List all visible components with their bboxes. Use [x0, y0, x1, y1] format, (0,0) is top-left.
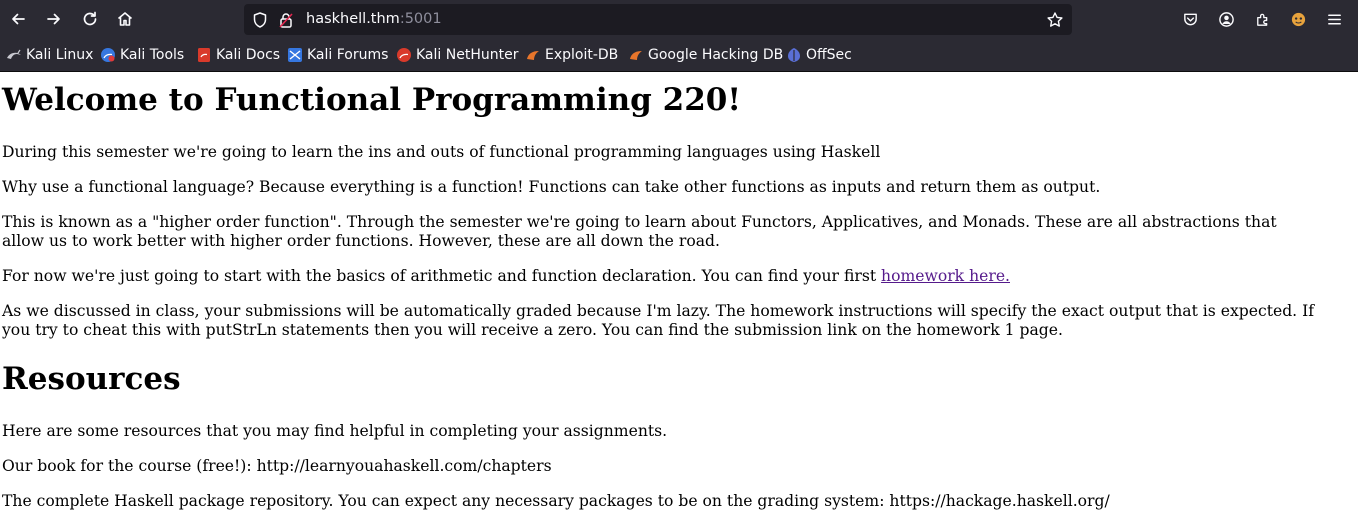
bookmark-kali-tools[interactable]: Kali Tools	[100, 38, 184, 71]
fox-extension-icon	[1291, 12, 1305, 26]
bookmark-label: Kali Forums	[307, 46, 389, 63]
intro-paragraph: During this semester we're going to lear…	[2, 143, 881, 161]
reload-button[interactable]	[76, 5, 104, 33]
google-hacking-db-icon	[630, 50, 642, 60]
browser-toolbar: haskhell.thm:5001	[0, 0, 1358, 38]
insecure-lock-icon[interactable]	[277, 11, 295, 29]
puzzle-icon	[1256, 13, 1267, 26]
url-port: :5001	[399, 11, 442, 27]
url-text[interactable]: haskhell.thm:5001	[306, 4, 442, 35]
exploit-db-icon	[527, 50, 539, 60]
higher-order-paragraph: This is known as a "higher order functio…	[2, 213, 1352, 251]
homework-text: For now we're just going to start with t…	[2, 267, 882, 285]
forward-arrow-icon	[47, 13, 60, 25]
bookmark-label: OffSec	[806, 46, 852, 63]
back-arrow-icon	[12, 13, 25, 25]
resources-heading: Resources	[2, 361, 181, 397]
bookmark-kali-nethunter[interactable]: Kali NetHunter	[396, 38, 518, 71]
bookmark-offsec[interactable]: OffSec	[786, 38, 852, 71]
back-button[interactable]	[4, 5, 32, 33]
pocket-button[interactable]	[1177, 6, 1203, 32]
book-resource: Our book for the course (free!): http://…	[2, 457, 552, 475]
extensions-button[interactable]	[1249, 6, 1275, 32]
grading-line-1: As we discussed in class, your submissio…	[2, 302, 1315, 320]
app-menu-button[interactable]	[1321, 6, 1347, 32]
page-title: Welcome to Functional Programming 220!	[2, 82, 741, 118]
resources-intro: Here are some resources that you may fin…	[2, 422, 668, 440]
grading-line-2: you try to cheat this with putStrLn stat…	[2, 321, 1063, 339]
bookmark-star-icon[interactable]	[1046, 11, 1064, 29]
higher-order-line-1: This is known as a "higher order functio…	[2, 213, 1277, 231]
home-icon	[117, 12, 133, 26]
pocket-icon	[1183, 13, 1197, 25]
hamburger-menu-icon	[1327, 13, 1341, 25]
bookmark-label: Kali Docs	[216, 46, 281, 63]
shield-icon[interactable]	[251, 11, 269, 29]
forward-button[interactable]	[40, 5, 68, 33]
url-bar[interactable]: haskhell.thm:5001	[244, 4, 1072, 35]
kali-forums-icon	[288, 47, 302, 62]
extension-fox-button[interactable]	[1285, 6, 1311, 32]
bookmark-label: Google Hacking DB	[648, 46, 784, 63]
bookmark-label: Kali Tools	[120, 46, 185, 63]
offsec-icon	[788, 47, 800, 62]
bookmark-label: Exploit-DB	[545, 46, 619, 63]
kali-docs-icon	[198, 47, 210, 62]
bookmark-kali-linux[interactable]: Kali Linux	[6, 38, 93, 71]
home-button[interactable]	[111, 5, 139, 33]
account-icon	[1218, 11, 1234, 27]
url-host: haskhell.thm	[306, 11, 400, 27]
grading-paragraph: As we discussed in class, your submissio…	[2, 302, 1352, 340]
account-button[interactable]	[1213, 6, 1239, 32]
kali-tools-icon	[101, 47, 115, 62]
bookmark-label: Kali Linux	[26, 46, 94, 63]
bookmark-kali-forums[interactable]: Kali Forums	[287, 38, 388, 71]
bookmark-google-hacking-db[interactable]: Google Hacking DB	[628, 38, 783, 71]
kali-linux-icon	[7, 49, 21, 59]
reload-icon	[83, 11, 97, 26]
why-paragraph: Why use a functional language? Because e…	[2, 178, 1101, 196]
higher-order-line-2: allow us to work better with higher orde…	[2, 232, 720, 250]
homework-paragraph: For now we're just going to start with t…	[2, 267, 1352, 286]
hackage-resource: The complete Haskell package repository.…	[2, 492, 1110, 510]
homework-link[interactable]: homework here.	[881, 267, 1010, 285]
bookmark-exploit-db[interactable]: Exploit-DB	[525, 38, 618, 71]
bookmark-label: Kali NetHunter	[416, 46, 519, 63]
kali-nethunter-icon	[397, 47, 411, 62]
bookmarks-toolbar: Kali Linux Kali Tools Kali Docs Kali For…	[0, 38, 1358, 72]
bookmark-kali-docs[interactable]: Kali Docs	[196, 38, 280, 71]
